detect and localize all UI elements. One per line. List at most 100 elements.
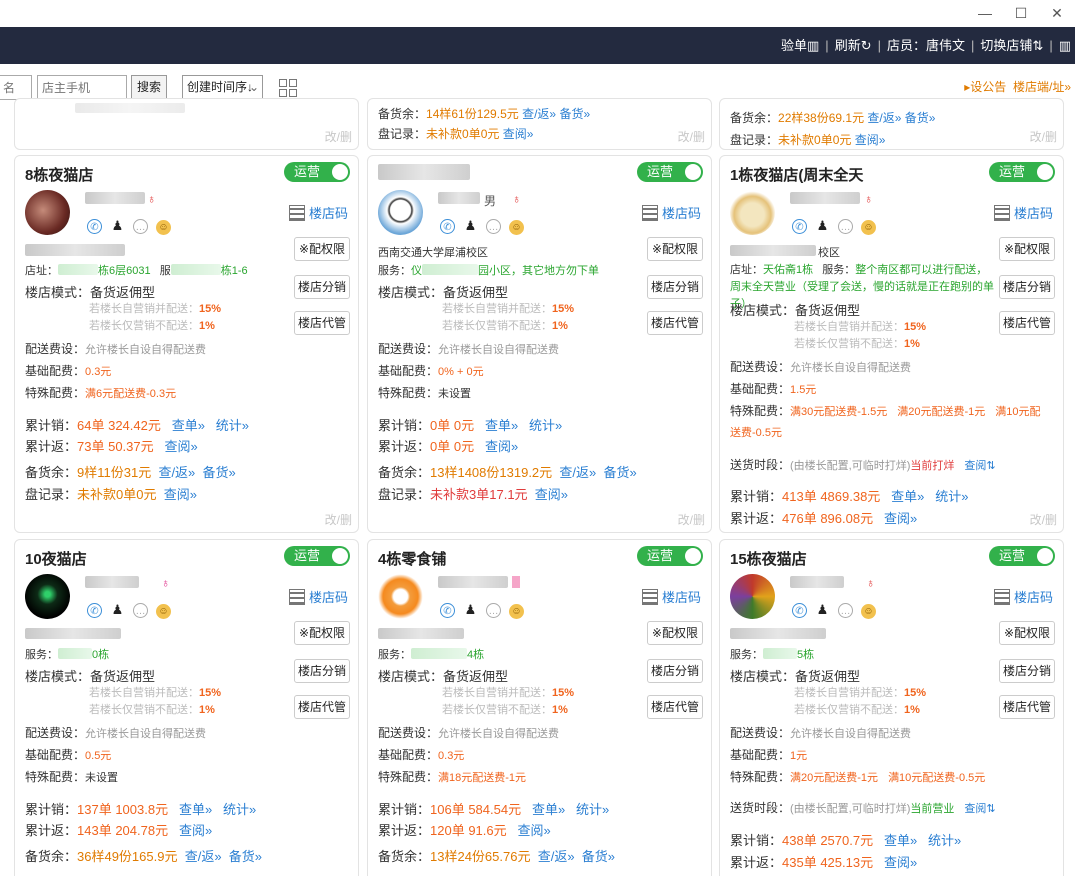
phone-icon[interactable]: ✆: [87, 219, 102, 234]
query-order-link[interactable]: 查单»: [884, 833, 917, 848]
query-return-link[interactable]: 查/返»: [559, 465, 596, 480]
perm-button[interactable]: ※配权限: [294, 621, 350, 645]
qrcode-link[interactable]: 楼店码: [641, 203, 701, 222]
qrcode-link[interactable]: 楼店码: [288, 587, 348, 606]
profile-icon[interactable]: ☺: [509, 604, 524, 619]
stats-link[interactable]: 统计»: [928, 833, 961, 848]
search-button[interactable]: 搜索: [131, 75, 168, 100]
chat-icon[interactable]: …: [486, 219, 501, 234]
query-order-link[interactable]: 查单»: [891, 489, 924, 504]
qq-icon[interactable]: ♟: [110, 602, 125, 617]
query-link[interactable]: 查阅»: [884, 511, 917, 526]
owner-phone-input[interactable]: [37, 75, 127, 100]
chat-icon[interactable]: …: [838, 219, 853, 234]
edit-link[interactable]: 改/删: [678, 128, 705, 145]
manage-button[interactable]: 楼店代管: [294, 695, 350, 719]
manage-button[interactable]: 楼店代管: [647, 311, 703, 335]
distribute-button[interactable]: 楼店分销: [999, 659, 1055, 683]
distribute-button[interactable]: 楼店分销: [647, 659, 703, 683]
edit-link[interactable]: 改/删: [1030, 128, 1057, 145]
name-input[interactable]: [0, 75, 32, 100]
qrcode-link[interactable]: 楼店码: [641, 587, 701, 606]
verify-button[interactable]: 验单▥: [781, 27, 819, 64]
restock-link[interactable]: 备货»: [559, 107, 590, 121]
minimize-button[interactable]: —: [967, 0, 1003, 27]
close-button[interactable]: ✕: [1039, 0, 1075, 27]
profile-icon[interactable]: ☺: [509, 220, 524, 235]
store-side-link[interactable]: 楼店端/址»: [1013, 80, 1071, 94]
qrcode-link[interactable]: 楼店码: [993, 587, 1053, 606]
distribute-button[interactable]: 楼店分销: [999, 275, 1055, 299]
profile-icon[interactable]: ☺: [861, 604, 876, 619]
query-link[interactable]: 查阅»: [179, 823, 212, 838]
phone-icon[interactable]: ✆: [792, 603, 807, 618]
query-link[interactable]: 查阅»: [855, 133, 886, 147]
delivery-query-link[interactable]: 查阅⇅: [964, 460, 995, 472]
phone-icon[interactable]: ✆: [87, 603, 102, 618]
stats-link[interactable]: 统计»: [223, 802, 256, 817]
query-return-link[interactable]: 查/返»: [867, 111, 901, 125]
query-order-link[interactable]: 查单»: [485, 418, 518, 433]
perm-button[interactable]: ※配权限: [647, 621, 703, 645]
query-return-link[interactable]: 查/返»: [522, 107, 556, 121]
switch-store-button[interactable]: 切换店铺⇅: [980, 27, 1043, 64]
distribute-button[interactable]: 楼店分销: [647, 275, 703, 299]
query-link[interactable]: 查阅»: [164, 439, 197, 454]
perm-button[interactable]: ※配权限: [999, 237, 1055, 261]
qq-icon[interactable]: ♟: [110, 218, 125, 233]
profile-icon[interactable]: ☺: [861, 220, 876, 235]
edit-link[interactable]: 改/删: [678, 511, 705, 528]
chat-icon[interactable]: …: [133, 219, 148, 234]
status-toggle[interactable]: 运营: [637, 162, 703, 182]
query-link[interactable]: 查阅»: [884, 855, 917, 870]
qq-icon[interactable]: ♟: [815, 218, 830, 233]
restock-link[interactable]: 备货»: [603, 465, 636, 480]
manage-button[interactable]: 楼店代管: [647, 695, 703, 719]
query-return-link[interactable]: 查/返»: [185, 849, 222, 864]
query-order-link[interactable]: 查单»: [532, 802, 565, 817]
chat-icon[interactable]: …: [838, 603, 853, 618]
query-order-link[interactable]: 查单»: [179, 802, 212, 817]
status-toggle[interactable]: 运营: [637, 546, 703, 566]
stats-link[interactable]: 统计»: [529, 418, 562, 433]
edit-link[interactable]: 改/删: [325, 511, 352, 528]
query-link[interactable]: 查阅»: [164, 487, 197, 502]
book-icon[interactable]: ▥: [1059, 27, 1071, 64]
query-return-link[interactable]: 查/返»: [158, 465, 195, 480]
query-link[interactable]: 查阅»: [503, 127, 534, 141]
query-return-link[interactable]: 查/返»: [538, 849, 575, 864]
phone-icon[interactable]: ✆: [440, 603, 455, 618]
manage-button[interactable]: 楼店代管: [999, 695, 1055, 719]
qrcode-link[interactable]: 楼店码: [288, 203, 348, 222]
manage-button[interactable]: 楼店代管: [999, 311, 1055, 335]
phone-icon[interactable]: ✆: [440, 219, 455, 234]
qrcode-link[interactable]: 楼店码: [993, 203, 1053, 222]
restock-link[interactable]: 备货»: [229, 849, 262, 864]
grid-view-icon[interactable]: [279, 79, 298, 98]
phone-icon[interactable]: ✆: [792, 219, 807, 234]
query-link[interactable]: 查阅»: [485, 439, 518, 454]
perm-button[interactable]: ※配权限: [647, 237, 703, 261]
manage-button[interactable]: 楼店代管: [294, 311, 350, 335]
status-toggle[interactable]: 运营: [989, 162, 1055, 182]
query-order-link[interactable]: 查单»: [172, 418, 205, 433]
profile-icon[interactable]: ☺: [156, 604, 171, 619]
stats-link[interactable]: 统计»: [935, 489, 968, 504]
distribute-button[interactable]: 楼店分销: [294, 659, 350, 683]
set-notice-link[interactable]: 设公告: [970, 80, 1006, 94]
profile-icon[interactable]: ☺: [156, 220, 171, 235]
restock-link[interactable]: 备货»: [582, 849, 615, 864]
query-link[interactable]: 查阅»: [517, 823, 550, 838]
stats-link[interactable]: 统计»: [576, 802, 609, 817]
status-toggle[interactable]: 运营: [989, 546, 1055, 566]
status-toggle[interactable]: 运营: [284, 162, 350, 182]
stats-link[interactable]: 统计»: [216, 418, 249, 433]
refresh-button[interactable]: 刷新↻: [835, 27, 872, 64]
query-link[interactable]: 查阅»: [535, 487, 568, 502]
sort-select[interactable]: 创建时间序↓ ⌄: [182, 75, 263, 100]
chat-icon[interactable]: …: [486, 603, 501, 618]
perm-button[interactable]: ※配权限: [999, 621, 1055, 645]
edit-link[interactable]: 改/删: [325, 128, 352, 145]
delivery-query-link[interactable]: 查阅⇅: [964, 803, 995, 815]
chat-icon[interactable]: …: [133, 603, 148, 618]
